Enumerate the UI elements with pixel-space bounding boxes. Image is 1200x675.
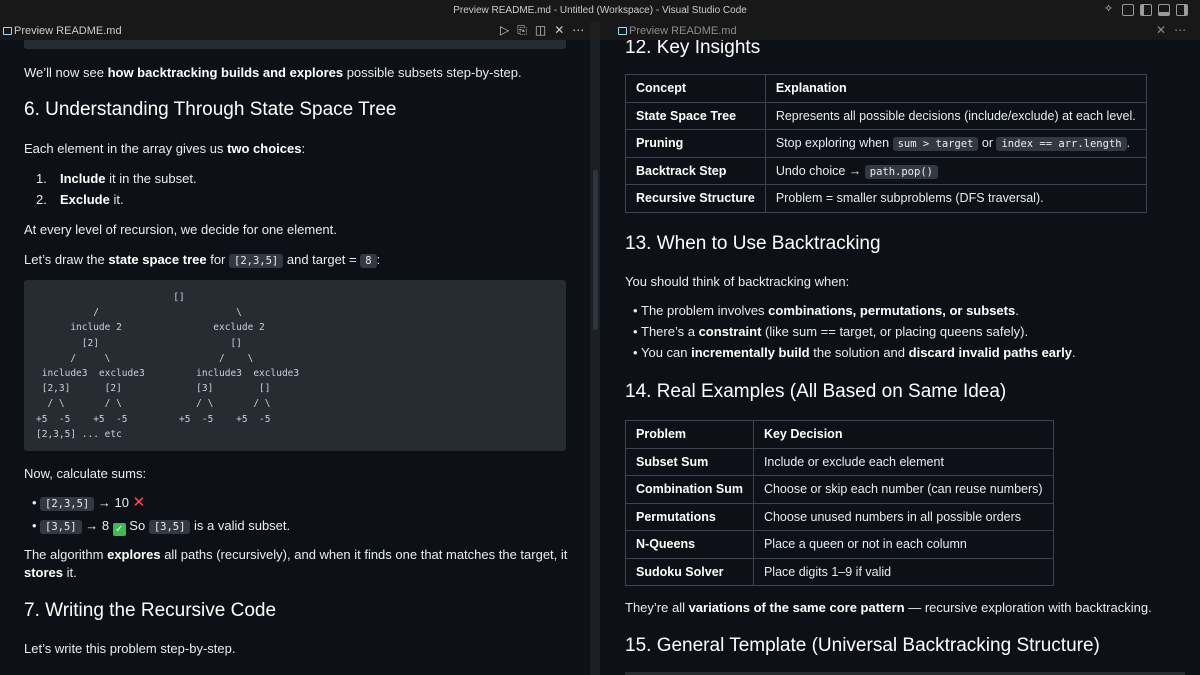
choices-list: 1. Include it in the subset. 2. Exclude it…	[36, 168, 197, 210]
table-row: Sudoku Solver Place digits 1–9 if valid	[625, 557, 1054, 586]
write-paragraph: Let’s write this problem step-by-step.	[24, 641, 236, 656]
table-row: Permutations Choose unused numbers in all…	[625, 502, 1054, 531]
left-scrollbar[interactable]	[593, 170, 598, 330]
title-bar: Preview README.md - Untitled (Workspace)…	[0, 0, 1200, 22]
toggle-secondary-sidebar-icon[interactable]	[1176, 4, 1188, 16]
tab-preview-readme-left[interactable]: Preview README.md	[0, 22, 122, 40]
think-paragraph: You should think of backtracking when:	[625, 274, 850, 289]
when-list: • The problem involves combinations, perm…	[625, 300, 1076, 363]
cross-mark-icon: ✕	[132, 494, 146, 511]
close-icon[interactable]: ✕	[1156, 23, 1166, 37]
level-paragraph: At every level of recursion, we decide f…	[24, 222, 337, 237]
table-row: Combination Sum Choose or skip each numbe…	[625, 475, 1054, 504]
heading-15: 15. General Template (Universal Backtrac…	[625, 635, 1100, 656]
window-title: Preview README.md - Untitled (Workspace)…	[453, 5, 747, 16]
table-row: Recursive Structure Problem = smaller su…	[625, 184, 1147, 213]
tab-preview-readme-right[interactable]: Preview README.md	[615, 22, 737, 40]
list-item: 2. Exclude it.	[36, 192, 124, 207]
table-header-row: Problem Key Decision	[625, 420, 1054, 449]
heading-13: 13. When to Use Backtracking	[625, 233, 881, 254]
insights-table: Concept Explanation State Space Tree Rep…	[625, 74, 1147, 213]
list-item: • You can incrementally build the solutio…	[633, 345, 1076, 360]
pane-divider[interactable]	[590, 40, 600, 675]
tab-label: Preview README.md	[629, 25, 737, 37]
left-preview-pane[interactable]: We’ll now see how backtracking builds an…	[0, 40, 590, 675]
variations-paragraph: They’re all variations of the same core …	[625, 600, 1152, 615]
open-changes-icon[interactable]: ⎘	[517, 23, 527, 38]
heading-12: 12. Key Insights	[625, 40, 761, 58]
split-editor-icon[interactable]: ◫	[535, 23, 546, 37]
right-tab-actions: ✕ ⋯	[1152, 23, 1190, 39]
list-item: • [3,5] → 8 ✓ So [3,5] is a valid subset.	[32, 518, 291, 536]
choices-paragraph: Each element in the array gives us two c…	[24, 141, 306, 156]
inline-code: [2,3,5]	[229, 254, 284, 268]
layout-customize-icon[interactable]	[1122, 4, 1134, 16]
examples-table: Problem Key Decision Subset Sum Include o…	[625, 420, 1054, 586]
draw-paragraph: Let’s draw the state space tree for [2,3…	[24, 252, 381, 268]
preview-icon	[3, 27, 12, 35]
preview-icon	[618, 27, 627, 35]
check-mark-icon: ✓	[112, 523, 126, 536]
toggle-panel-icon[interactable]	[1158, 4, 1170, 16]
heading-7: 7. Writing the Recursive Code	[24, 600, 277, 621]
sums-paragraph: Now, calculate sums:	[24, 466, 147, 481]
list-item: • [2,3,5] → 10 ✕	[32, 494, 146, 511]
run-icon[interactable]: ▷	[500, 23, 509, 37]
close-icon[interactable]: ✕	[554, 23, 564, 37]
toggle-primary-sidebar-icon[interactable]	[1140, 4, 1152, 16]
sums-list: • [2,3,5] → 10 ✕ • [3,5] → 8 ✓ So [3,5] is…	[24, 492, 290, 538]
copilot-icon[interactable]: ✧	[1104, 3, 1116, 15]
inline-code: 8	[360, 254, 377, 268]
more-actions-icon[interactable]: ⋯	[572, 23, 584, 37]
table-row: Backtrack Step Undo choice → path.pop()	[625, 156, 1147, 185]
table-row: Pruning Stop exploring when sum > target…	[625, 129, 1147, 158]
tree-code-block: [] / \ include 2 exclude 2 [2] [] / \ / …	[24, 280, 566, 451]
heading-14: 14. Real Examples (All Based on Same Ide…	[625, 381, 1007, 402]
more-actions-icon[interactable]: ⋯	[1174, 23, 1186, 37]
tab-label: Preview README.md	[14, 25, 122, 37]
heading-6: 6. Understanding Through State Space Tre…	[24, 99, 397, 120]
table-row: Subset Sum Include or exclude each elemen…	[625, 447, 1054, 476]
left-tab-actions: ▷ ⎘ ◫ ✕ ⋯	[496, 23, 588, 39]
table-header-row: Concept Explanation	[625, 74, 1147, 103]
list-item: 1. Include it in the subset.	[36, 171, 197, 186]
table-row: N-Queens Place a queen or not in each col…	[625, 530, 1054, 559]
intro-paragraph: We’ll now see how backtracking builds an…	[24, 65, 522, 80]
code-block-end	[24, 40, 566, 49]
left-tab-bar: Preview README.md ▷ ⎘ ◫ ✕ ⋯	[0, 22, 590, 40]
right-preview-pane[interactable]: 12. Key Insights Concept Explanation Sta…	[600, 40, 1200, 675]
right-tab-bar: Preview README.md ✕ ⋯	[600, 22, 1200, 40]
list-item: • There’s a constraint (like sum == targe…	[633, 324, 1029, 339]
list-item: • The problem involves combinations, perm…	[633, 303, 1019, 318]
table-row: State Space Tree Represents all possible…	[625, 101, 1147, 130]
algorithm-paragraph: The algorithm explores all paths (recurs…	[24, 547, 568, 580]
